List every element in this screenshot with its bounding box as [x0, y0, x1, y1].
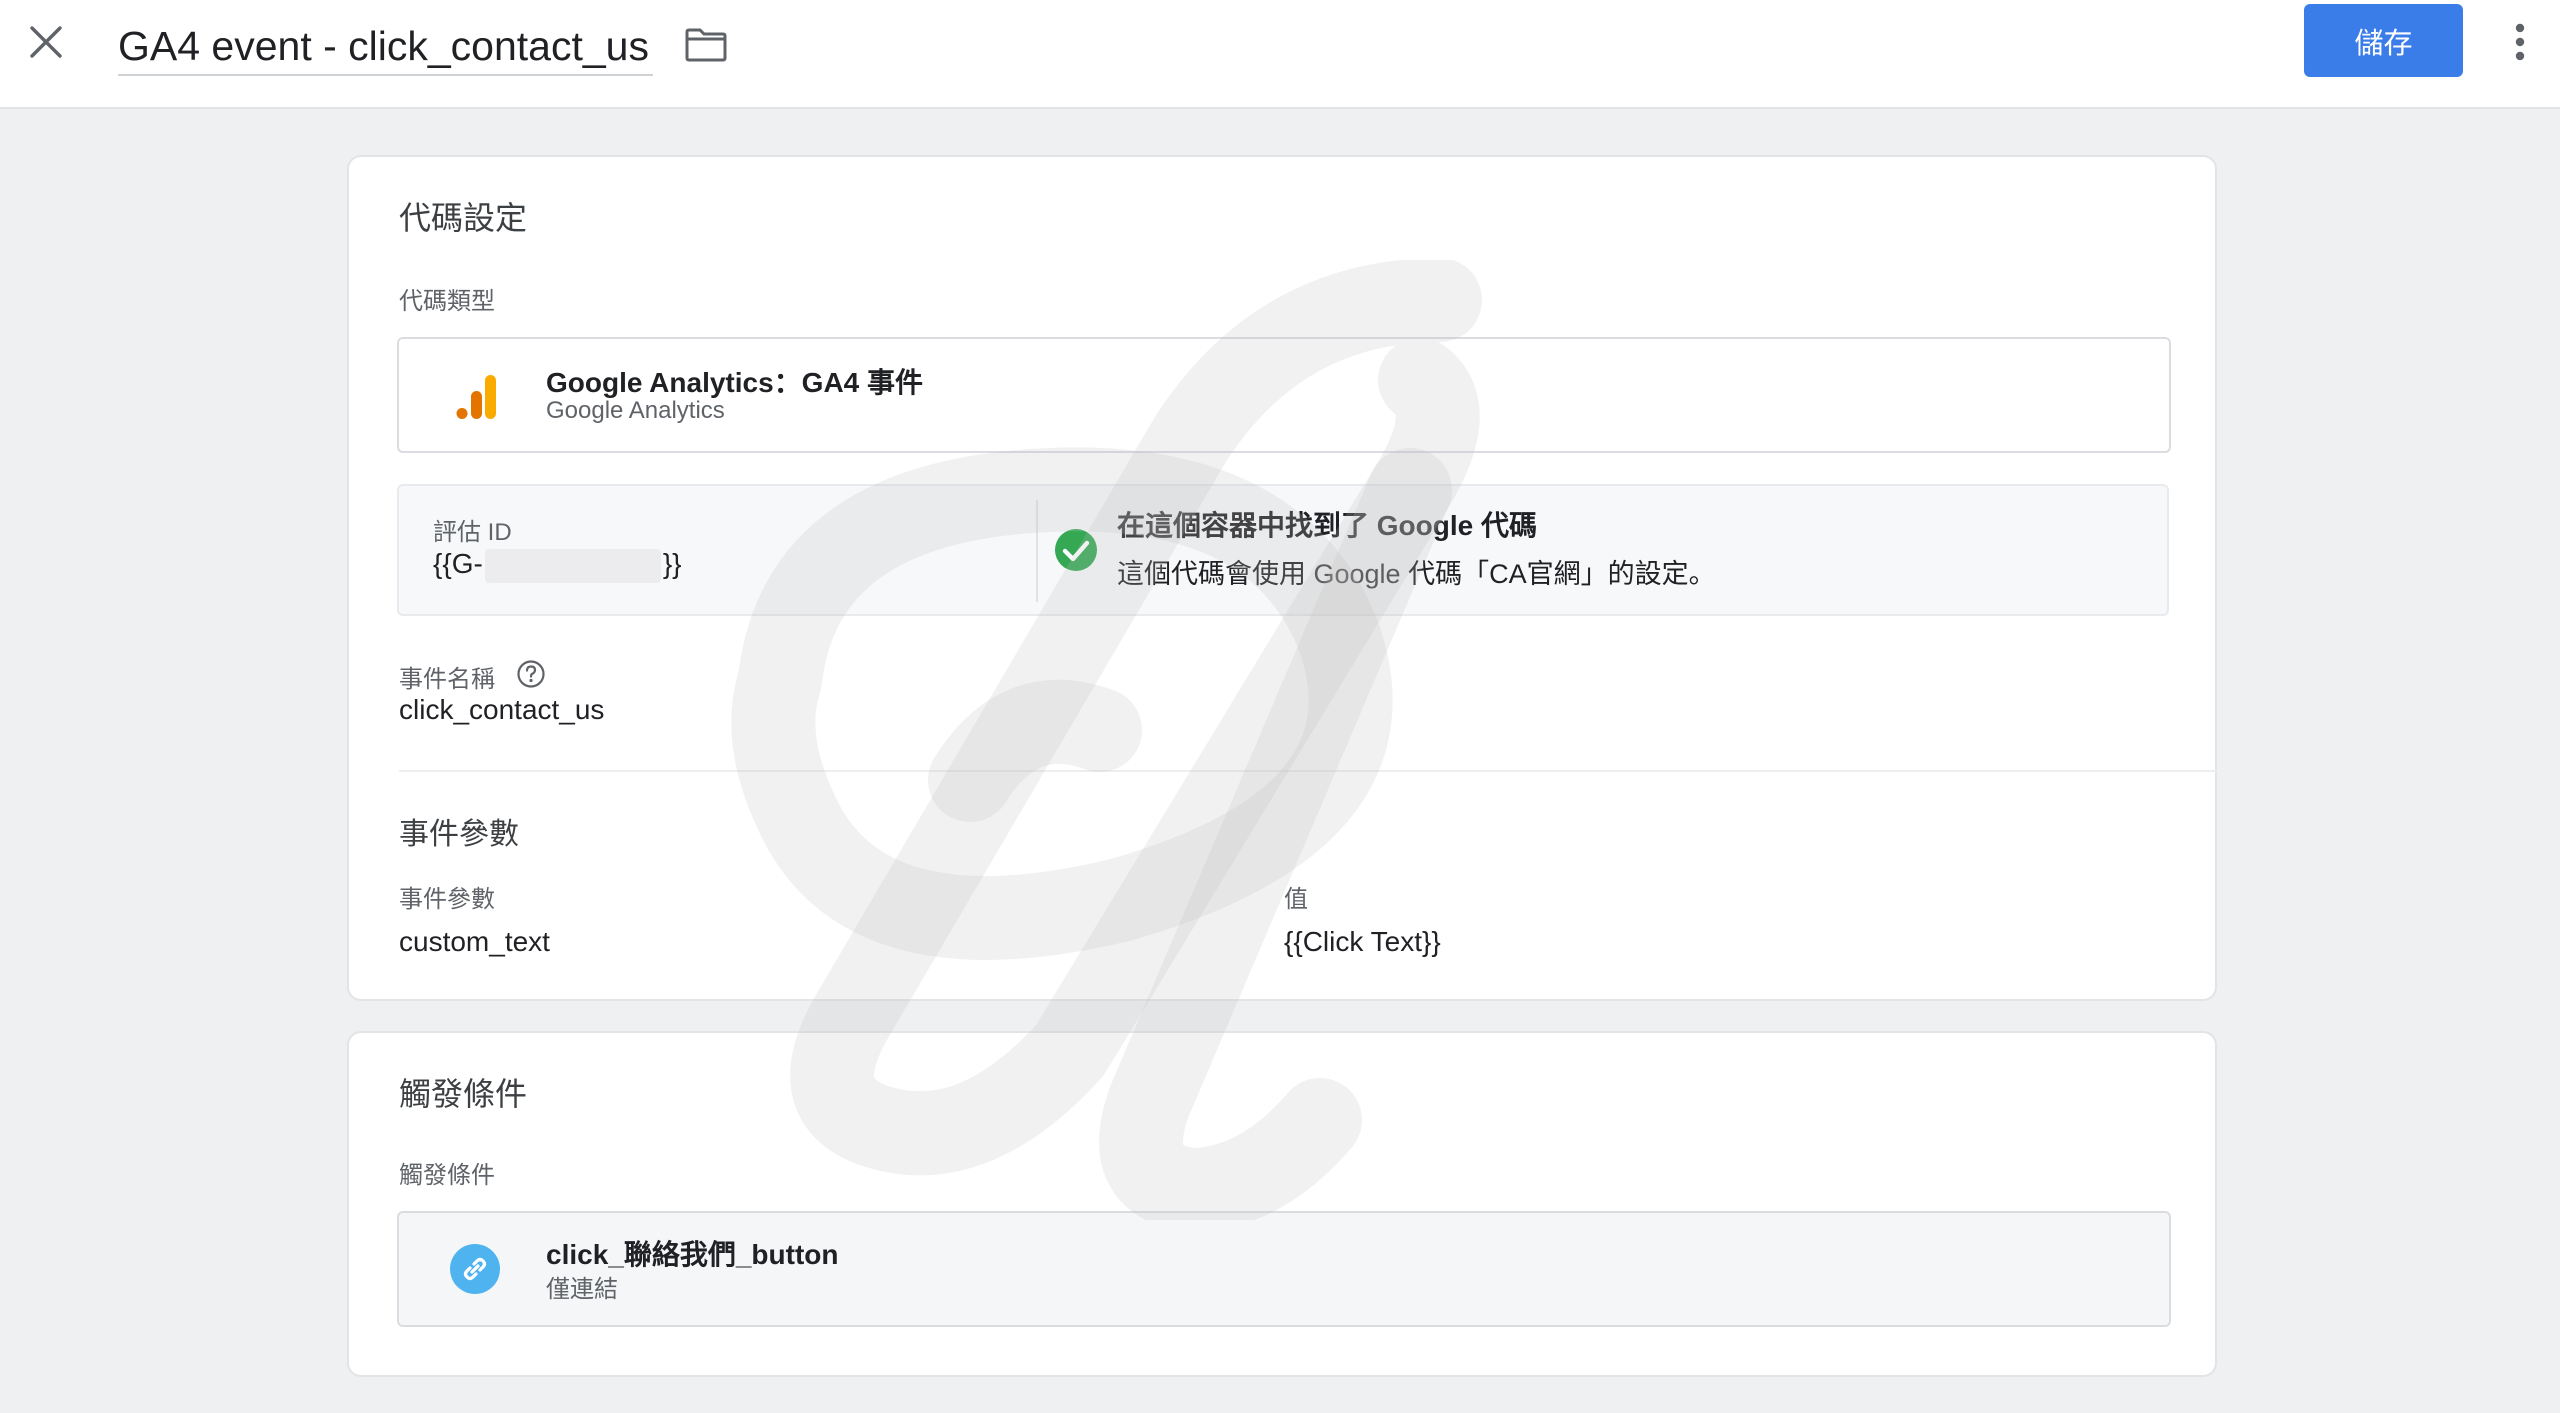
trigger-item[interactable]: click_聯絡我們_button 僅連結 — [397, 1211, 2171, 1327]
tag-type-vendor: Google Analytics — [546, 397, 725, 424]
more-options-button[interactable] — [2504, 18, 2536, 66]
google-tag-found-title: 在這個容器中找到了 Google 代碼 — [1117, 510, 1538, 541]
help-icon[interactable] — [516, 659, 546, 689]
tag-config-title: 代碼設定 — [399, 200, 528, 236]
analytics-bars-icon — [449, 369, 505, 425]
check-circle-icon — [1055, 529, 1097, 571]
close-button[interactable] — [22, 18, 70, 66]
tag-name-field[interactable]: GA4 event - click_contact_us — [118, 18, 653, 76]
tag-type-label: 代碼類型 — [399, 288, 495, 315]
panel-divider — [1036, 500, 1038, 602]
folder-icon — [685, 28, 727, 62]
top-bar: GA4 event - click_contact_us 儲存 — [0, 0, 2560, 109]
google-tag-found-description: 這個代碼會使用 Google 代碼「CA官網」的設定。 — [1117, 559, 1716, 589]
event-name-label: 事件名稱 — [399, 666, 495, 693]
measurement-id-label: 評估 ID — [433, 519, 512, 546]
measurement-id-value[interactable]: {{G-}} — [433, 548, 682, 583]
triggering-card[interactable]: 觸發條件 觸發條件 click_聯絡我們_button 僅連結 — [347, 1031, 2217, 1377]
tag-configuration-card[interactable]: 代碼設定 代碼類型 Google Analytics：GA4 事件 Google… — [347, 155, 2217, 1001]
event-param-value[interactable]: {{Click Text}} — [1284, 926, 1441, 958]
event-params-title: 事件參數 — [399, 818, 519, 851]
event-param-name[interactable]: custom_text — [399, 926, 550, 958]
section-divider — [399, 770, 2217, 772]
close-icon — [30, 26, 62, 58]
measurement-id-prefix: {{G- — [433, 548, 483, 579]
folder-button[interactable] — [682, 22, 730, 68]
more-vert-icon — [2515, 23, 2525, 61]
measurement-id-panel: 評估 ID {{G-}} 在這個容器中找到了 Google 代碼 這個代碼會使用… — [397, 484, 2169, 616]
trigger-name: click_聯絡我們_button — [546, 1239, 839, 1270]
measurement-id-suffix: }} — [662, 548, 682, 579]
redacted-id-mask — [484, 548, 661, 583]
trigger-type: 僅連結 — [546, 1276, 618, 1303]
event-value-column-header: 值 — [1284, 886, 1308, 913]
tag-type-selector[interactable]: Google Analytics：GA4 事件 Google Analytics — [397, 337, 2171, 453]
event-param-column-header: 事件參數 — [399, 886, 495, 913]
event-name-value[interactable]: click_contact_us — [399, 694, 604, 726]
save-button[interactable]: 儲存 — [2304, 4, 2463, 77]
triggering-title: 觸發條件 — [399, 1076, 528, 1112]
triggering-label: 觸發條件 — [399, 1162, 495, 1189]
tag-type-name: Google Analytics：GA4 事件 — [546, 367, 924, 398]
link-icon — [449, 1243, 501, 1295]
